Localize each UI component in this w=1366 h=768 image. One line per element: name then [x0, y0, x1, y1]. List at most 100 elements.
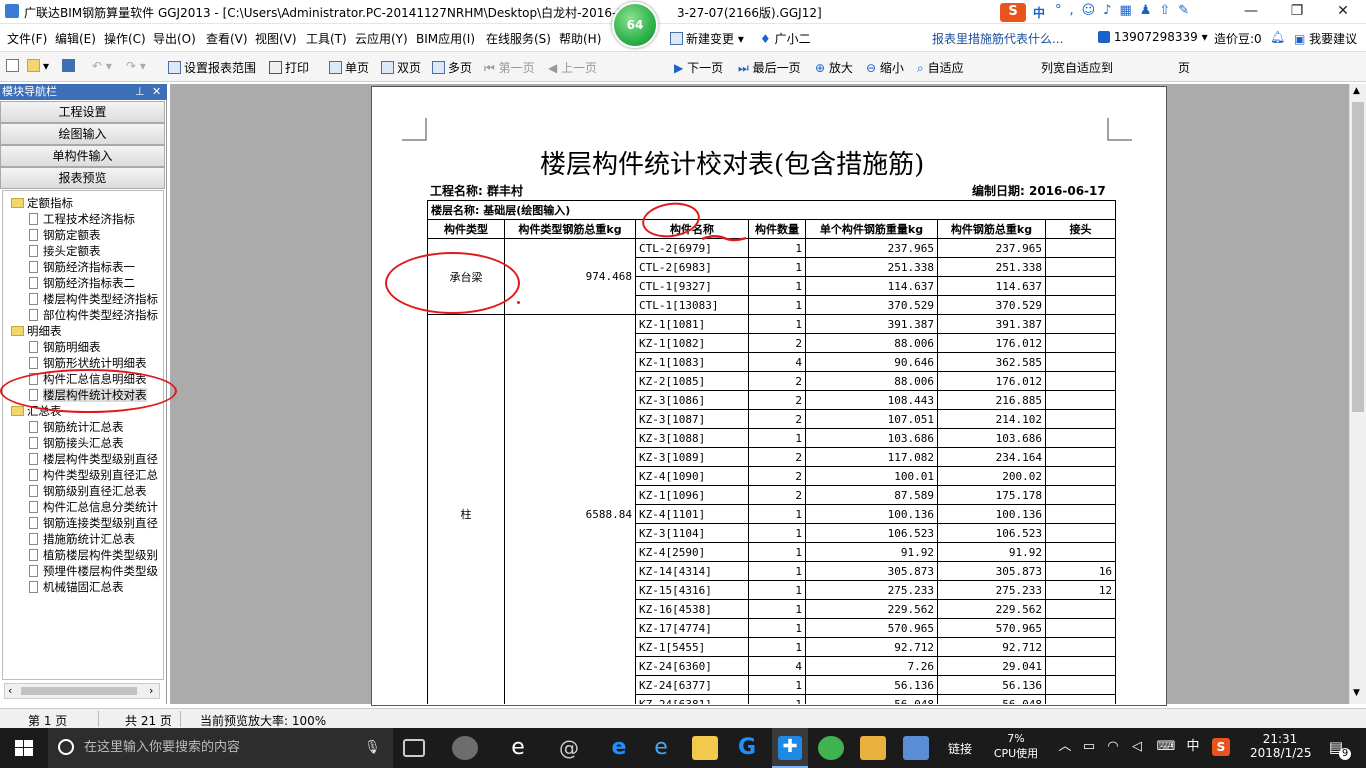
ime-toolbar-icons[interactable]: °,☺♪▦♟⇧✎ — [1055, 3, 1197, 18]
ie-edge-legacy-icon[interactable]: e — [505, 736, 531, 760]
fit-button[interactable]: ⌕ 自适应 — [917, 59, 964, 76]
feedback-button[interactable]: ▣ 我要建议 — [1294, 30, 1357, 47]
tree-report-item[interactable]: 机械锚固汇总表 — [29, 579, 124, 595]
scroll-right-icon[interactable]: › — [149, 684, 153, 697]
menu-bim[interactable]: BIM应用(I) — [416, 30, 475, 47]
briefcase-app-icon[interactable] — [903, 736, 929, 760]
ime-language[interactable]: 中 — [1184, 738, 1202, 756]
bell-icon[interactable]: 🔔︎ — [1270, 30, 1285, 44]
scroll-thumb[interactable] — [21, 687, 137, 695]
assistant-button[interactable]: ♦ 广小二 — [760, 30, 811, 47]
set-range-button[interactable]: 设置报表范围 — [168, 59, 256, 76]
pin-icon[interactable]: ⊥ — [135, 84, 145, 100]
menu-export[interactable]: 导出(O) — [153, 30, 196, 47]
tree-folder[interactable]: 明细表 — [11, 323, 62, 339]
scroll-down-icon[interactable]: ▼ — [1353, 688, 1360, 698]
tree-report-item[interactable]: 构件类型级别直径汇总 — [29, 467, 158, 483]
undo-icon[interactable]: ↶ ▾ — [92, 59, 112, 73]
print-button[interactable]: 打印 — [269, 59, 309, 76]
edge-icon[interactable]: e — [606, 736, 632, 760]
price-beans[interactable]: 造价豆:0 — [1214, 30, 1262, 47]
double-page-button[interactable]: 双页 — [381, 59, 421, 76]
redo-icon[interactable]: ↷ ▾ — [126, 59, 146, 73]
close-icon[interactable]: ✕ — [152, 84, 161, 100]
tree-horizontal-scrollbar[interactable]: ‹ › — [4, 683, 160, 699]
menu-operate[interactable]: 操作(C) — [104, 30, 146, 47]
user-account[interactable]: 13907298339 ▾ — [1098, 30, 1208, 44]
ggj-app-active[interactable]: ✚ — [772, 728, 808, 768]
menu-viewport[interactable]: 视图(V) — [255, 30, 297, 47]
windows-start-icon[interactable] — [15, 740, 33, 756]
notes-app-icon[interactable] — [860, 736, 886, 760]
sogou-tray-icon[interactable]: S — [1212, 738, 1230, 756]
microphone-icon[interactable]: 🎙︎ — [364, 728, 381, 768]
zoom-in-button[interactable]: ⊕ 放大 — [815, 59, 853, 76]
glodon-g-icon[interactable]: G — [734, 736, 760, 760]
scroll-up-icon[interactable]: ▲ — [1353, 86, 1360, 96]
swirl-app-icon[interactable]: @ — [556, 736, 582, 760]
menu-online[interactable]: 在线服务(S) — [486, 30, 551, 47]
link-label[interactable]: 链接 — [948, 740, 972, 757]
tree-report-item[interactable]: 钢筋定额表 — [29, 227, 101, 243]
battery-icon[interactable]: ▭ — [1080, 738, 1098, 756]
sogou-icon[interactable]: S — [1000, 3, 1026, 22]
volume-icon[interactable]: ◁ — [1128, 738, 1146, 756]
task-view-icon[interactable] — [403, 739, 425, 757]
internet-explorer-icon[interactable]: e — [648, 736, 674, 760]
save-icon[interactable] — [62, 59, 78, 73]
nav-drawing-input[interactable]: 绘图输入 — [0, 123, 165, 145]
menu-view[interactable]: 查看(V) — [206, 30, 248, 47]
maximize-button[interactable]: ❐ — [1274, 0, 1320, 24]
menu-help[interactable]: 帮助(H) — [559, 30, 601, 47]
tree-report-item[interactable]: 钢筋统计汇总表 — [29, 419, 124, 435]
last-page-button[interactable]: ⏭ 最后一页 — [738, 59, 801, 76]
open-folder-icon[interactable]: ▾ — [27, 59, 49, 73]
new-file-icon[interactable] — [6, 59, 22, 73]
tree-report-item[interactable]: 钢筋接头汇总表 — [29, 435, 124, 451]
tree-report-item[interactable]: 工程技术经济指标 — [29, 211, 135, 227]
wifi-icon[interactable]: ◠ — [1104, 738, 1122, 756]
tree-report-item[interactable]: 钢筋明细表 — [29, 339, 101, 355]
ime-mode[interactable]: 中 — [1033, 4, 1045, 21]
file-explorer-icon[interactable] — [692, 736, 718, 760]
menu-edit[interactable]: 编辑(E) — [55, 30, 96, 47]
minimize-button[interactable]: — — [1228, 0, 1274, 24]
green-app-icon[interactable] — [818, 736, 844, 760]
close-button[interactable]: ✕ — [1320, 0, 1366, 24]
tree-folder[interactable]: 定额指标 — [11, 195, 73, 211]
taskbar-search-input[interactable]: 在这里输入你要搜索的内容 🎙︎ — [48, 728, 393, 768]
tree-report-item[interactable]: 预埋件楼层构件类型级 — [29, 563, 158, 579]
nav-project-settings[interactable]: 工程设置 — [0, 101, 165, 123]
speed-badge[interactable]: 64 — [612, 2, 658, 48]
menu-tools[interactable]: 工具(T) — [306, 30, 347, 47]
tree-report-item[interactable]: 钢筋级别直径汇总表 — [29, 483, 147, 499]
clock[interactable]: 21:31 2018/1/25 — [1250, 732, 1312, 760]
next-page-button[interactable]: ▶ 下一页 — [674, 59, 723, 76]
nav-report-preview[interactable]: 报表预览 — [0, 167, 165, 189]
fan-app-icon[interactable] — [452, 736, 478, 760]
tree-report-item[interactable]: 钢筋经济指标表二 — [29, 275, 135, 291]
multi-page-button[interactable]: 多页 — [432, 59, 472, 76]
menu-cloud[interactable]: 云应用(Y) — [355, 30, 408, 47]
tree-report-item[interactable]: 楼层构件类型级别直径 — [29, 451, 158, 467]
menu-file[interactable]: 文件(F) — [7, 30, 47, 47]
zoom-out-button[interactable]: ⊖ 缩小 — [866, 59, 904, 76]
tree-report-item[interactable]: 部位构件类型经济指标 — [29, 307, 158, 323]
vscroll-thumb[interactable] — [1352, 102, 1364, 412]
first-page-button[interactable]: ⏮ 第一页 — [484, 59, 535, 76]
nav-single-component[interactable]: 单构件输入 — [0, 145, 165, 167]
tree-report-item[interactable]: 措施筋统计汇总表 — [29, 531, 135, 547]
keyboard-icon[interactable]: ⌨ — [1154, 738, 1178, 756]
tree-report-item[interactable]: 接头定额表 — [29, 243, 101, 259]
preview-vertical-scrollbar[interactable]: ▲ ▼ — [1349, 84, 1366, 704]
new-change-button[interactable]: 新建变更 ▾ — [670, 30, 744, 47]
tree-report-item[interactable]: 钢筋连接类型级别直径 — [29, 515, 158, 531]
tree-report-item[interactable]: 楼层构件类型经济指标 — [29, 291, 158, 307]
single-page-button[interactable]: 单页 — [329, 59, 369, 76]
tree-report-item[interactable]: 钢筋经济指标表一 — [29, 259, 135, 275]
chevron-up-icon[interactable]: ︿ — [1056, 738, 1074, 756]
notification-icon[interactable]: ▤ 9 — [1325, 738, 1351, 760]
tree-report-item[interactable]: 构件汇总信息分类统计 — [29, 499, 158, 515]
tree-report-item[interactable]: 植筋楼层构件类型级别 — [29, 547, 158, 563]
scroll-left-icon[interactable]: ‹ — [8, 684, 12, 697]
